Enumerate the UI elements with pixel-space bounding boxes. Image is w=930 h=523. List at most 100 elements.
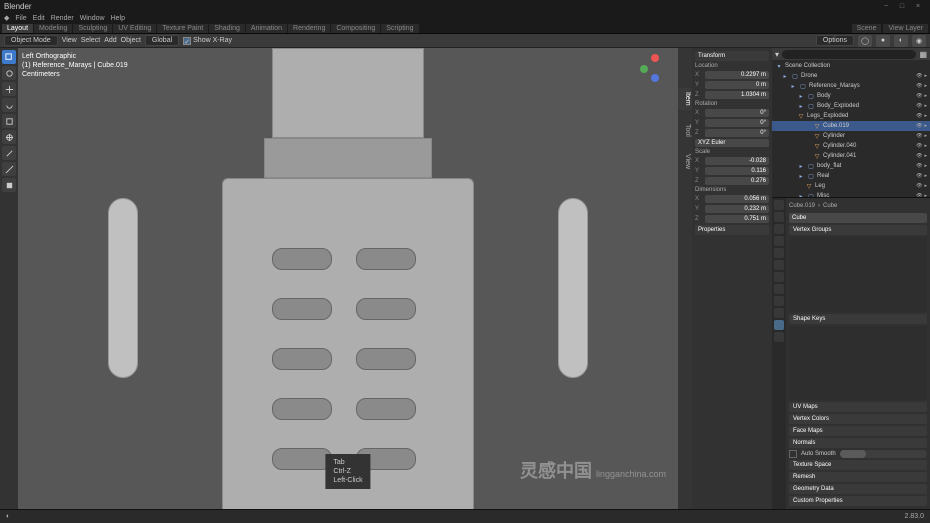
menu-render[interactable]: Render [51,15,74,22]
menu-edit[interactable]: Edit [33,15,45,22]
visibility-icon[interactable]: 👁 [916,163,922,169]
transform-header[interactable]: Transform [695,51,769,61]
mode-dropdown[interactable]: Object Mode [4,35,58,46]
visibility-icon[interactable]: 👁 [916,143,922,149]
outliner-row[interactable]: ▽Legs_Exploded👁▸ [772,111,930,121]
scl-x-field[interactable]: X-0.028 [695,157,769,165]
menu-help[interactable]: Help [111,15,125,22]
visibility-icon[interactable]: 👁 [916,133,922,139]
visibility-icon[interactable]: 👁 [916,183,922,189]
normals-panel[interactable]: Normals [789,438,927,448]
rot-mode-field[interactable]: XYZ Euler [695,139,769,147]
geometry-data-panel[interactable]: Geometry Data [789,484,927,494]
rot-x-field[interactable]: X0° [695,109,769,117]
loc-y-field[interactable]: Y0 m [695,81,769,89]
outliner-row[interactable]: ▽Cube.019👁▸ [772,121,930,131]
rot-y-field[interactable]: Y0° [695,119,769,127]
tab-animation[interactable]: Animation [246,24,287,33]
auto-smooth-checkbox[interactable] [789,450,797,458]
outliner-row[interactable]: ▽Leg👁▸ [772,181,930,191]
options-dropdown[interactable]: Options [816,35,854,46]
outliner-row[interactable]: ▸▢Body👁▸ [772,91,930,101]
maximize-button[interactable]: □ [894,1,910,11]
restrict-icon[interactable]: ▸ [924,193,927,197]
outliner-row[interactable]: ▸▢Misc👁▸ [772,191,930,197]
scl-y-field[interactable]: Y0.116 [695,167,769,175]
scene-selector[interactable]: Scene [852,24,882,33]
restrict-icon[interactable]: ▸ [924,153,927,159]
axis-z-icon[interactable] [651,74,659,82]
texture-space-panel[interactable]: Texture Space [789,460,927,470]
remesh-panel[interactable]: Remesh [789,472,927,482]
data-name-field[interactable]: Cube [789,213,927,223]
render-props-tab[interactable] [774,200,784,210]
face-maps-panel[interactable]: Face Maps [789,426,927,436]
shape-keys-panel[interactable]: Shape Keys [789,314,927,324]
viewport[interactable]: Left Orthographic (1) Reference_Marays |… [18,48,678,509]
new-collection-icon[interactable]: ▦ [919,50,927,59]
restrict-icon[interactable]: ▸ [924,133,927,139]
physics-props-tab[interactable] [774,296,784,306]
add-cube-tool[interactable] [2,178,16,192]
loc-x-field[interactable]: X0.2297 m [695,71,769,79]
tab-shading[interactable]: Shading [209,24,245,33]
tab-texture-paint[interactable]: Texture Paint [157,24,208,33]
annotate-tool[interactable] [2,146,16,160]
menu-select[interactable]: Select [81,37,100,44]
menu-add[interactable]: Add [104,37,116,44]
outliner-row[interactable]: ▸▢Drone👁▸ [772,71,930,81]
breadcrumb-obj[interactable]: Cube.019 [789,203,815,209]
measure-tool[interactable] [2,162,16,176]
vertex-groups-panel[interactable]: Vertex Groups [789,225,927,235]
shape-keys-list[interactable] [789,326,927,401]
restrict-icon[interactable]: ▸ [924,83,927,89]
cursor-tool[interactable] [2,66,16,80]
auto-smooth-angle-slider[interactable] [840,450,927,458]
vertex-groups-list[interactable] [789,237,927,312]
visibility-icon[interactable]: 👁 [916,123,922,129]
dim-y-field[interactable]: Y0.232 m [695,205,769,213]
properties-header[interactable]: Properties [695,225,769,235]
tab-uv-editing[interactable]: UV Editing [113,24,156,33]
shading-matprev-icon[interactable]: ◐ [894,35,908,47]
outliner-row[interactable]: ▽Cylinder.040👁▸ [772,141,930,151]
menu-file[interactable]: File [15,15,26,22]
outliner-row[interactable]: ▸▢Real👁▸ [772,171,930,181]
output-props-tab[interactable] [774,212,784,222]
tab-modeling[interactable]: Modeling [34,24,72,33]
dim-z-field[interactable]: Z0.751 m [695,215,769,223]
rot-z-field[interactable]: Z0° [695,129,769,137]
select-tool[interactable] [2,50,16,64]
particle-props-tab[interactable] [774,284,784,294]
tab-sculpting[interactable]: Sculpting [73,24,112,33]
world-props-tab[interactable] [774,248,784,258]
menu-object[interactable]: Object [121,37,141,44]
tab-rendering[interactable]: Rendering [288,24,330,33]
outliner-row[interactable]: ▸▢body_flat👁▸ [772,161,930,171]
restrict-icon[interactable]: ▸ [924,143,927,149]
outliner-row[interactable]: ▸▢Reference_Marays👁▸ [772,81,930,91]
restrict-icon[interactable]: ▸ [924,93,927,99]
rotate-tool[interactable] [2,98,16,112]
visibility-icon[interactable]: 👁 [916,153,922,159]
restrict-icon[interactable]: ▸ [924,73,927,79]
restrict-icon[interactable]: ▸ [924,113,927,119]
shading-rendered-icon[interactable]: ◉ [912,35,926,47]
restrict-icon[interactable]: ▸ [924,173,927,179]
object-props-tab[interactable] [774,260,784,270]
visibility-icon[interactable]: 👁 [916,193,922,197]
visibility-icon[interactable]: 👁 [916,103,922,109]
restrict-icon[interactable]: ▸ [924,123,927,129]
outliner-search[interactable] [782,50,916,59]
scene-props-tab[interactable] [774,236,784,246]
loc-z-field[interactable]: Z1.0304 m [695,91,769,99]
outliner-row[interactable]: ▸▢Body_Exploded👁▸ [772,101,930,111]
vertex-colors-panel[interactable]: Vertex Colors [789,414,927,424]
material-props-tab[interactable] [774,332,784,342]
move-tool[interactable] [2,82,16,96]
tab-layout[interactable]: Layout [2,24,33,33]
breadcrumb-data[interactable]: Cube [823,203,837,209]
shading-wire-icon[interactable]: ◯ [858,35,872,47]
view-layer-selector[interactable]: View Layer [883,24,928,33]
tab-compositing[interactable]: Compositing [331,24,380,33]
